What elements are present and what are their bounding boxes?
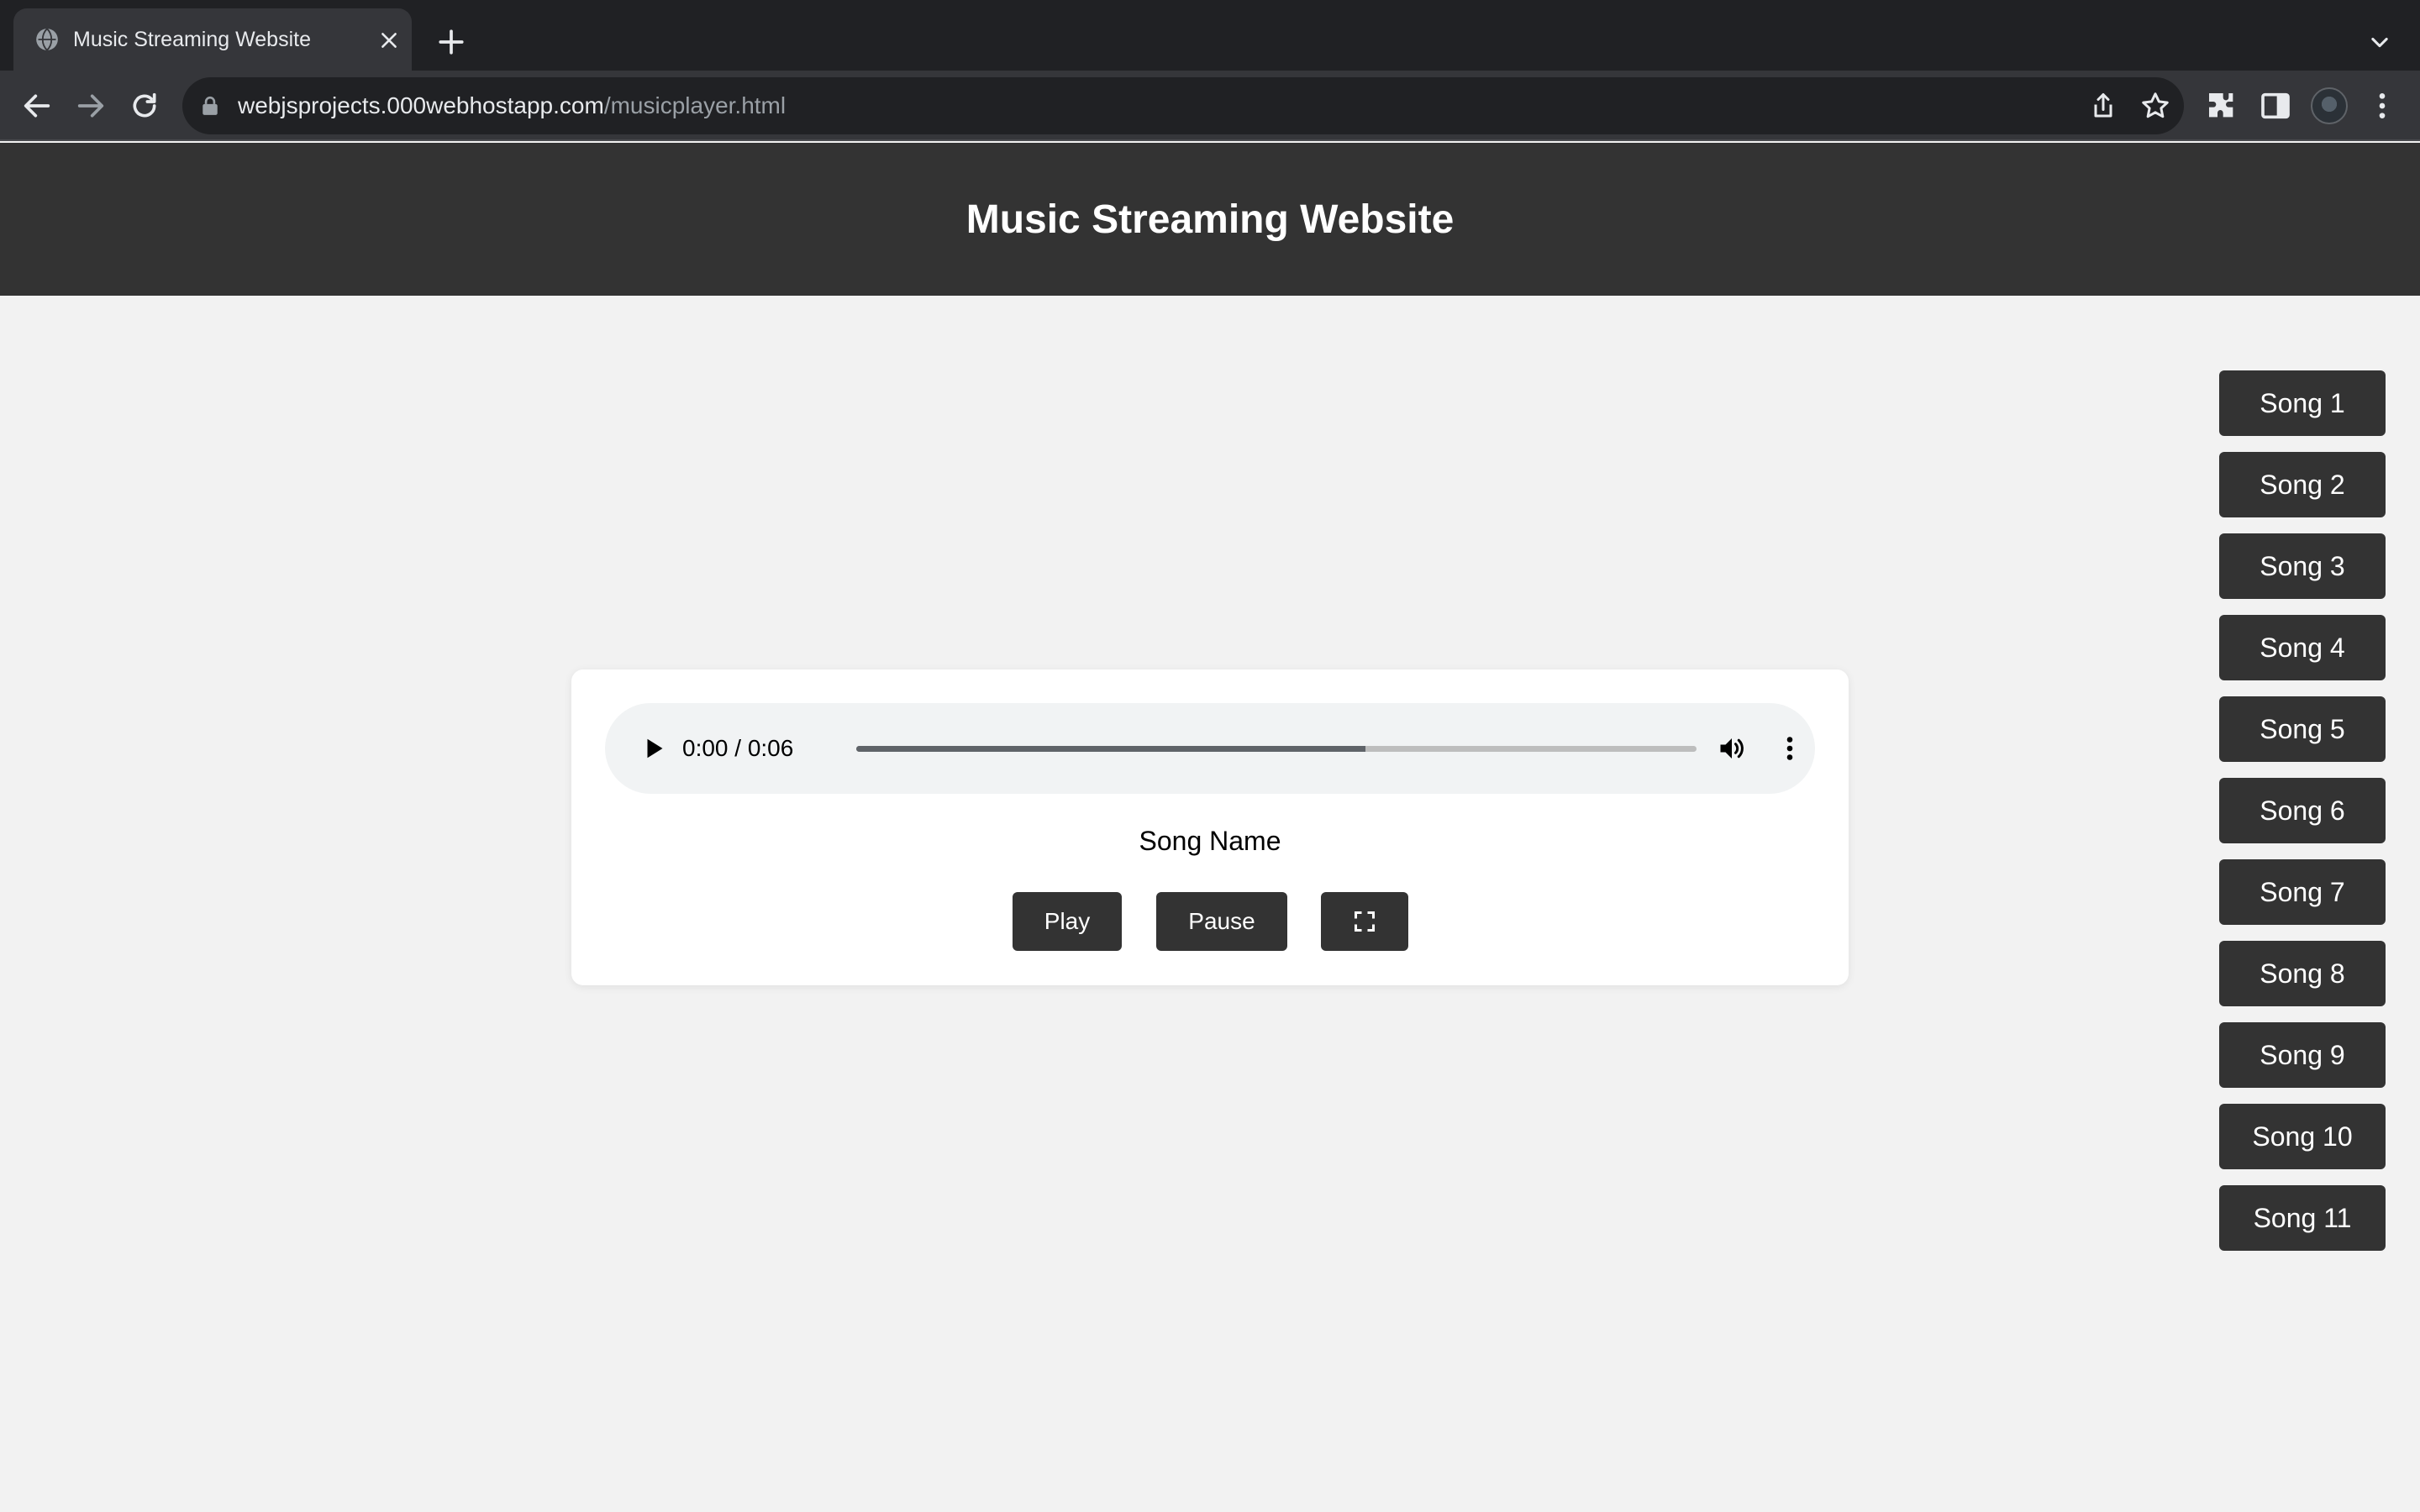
audio-seek-bar[interactable] bbox=[856, 746, 1697, 752]
lock-icon[interactable] bbox=[201, 96, 219, 116]
song-button[interactable]: Song 5 bbox=[2219, 696, 2386, 762]
more-vert-icon[interactable] bbox=[2365, 89, 2399, 123]
share-icon[interactable] bbox=[2088, 91, 2118, 121]
volume-icon[interactable] bbox=[1716, 733, 1748, 764]
extensions-icon[interactable] bbox=[2205, 89, 2238, 123]
song-list: Song 1 Song 2 Song 3 Song 4 Song 5 Song 6 Song… bbox=[2219, 370, 2386, 1267]
audio-player[interactable]: 0:00 / 0:06 bbox=[605, 703, 1815, 794]
globe-icon bbox=[36, 28, 58, 51]
song-button[interactable]: Song 11 bbox=[2219, 1185, 2386, 1251]
fullscreen-button[interactable] bbox=[1321, 892, 1408, 951]
song-button[interactable]: Song 2 bbox=[2219, 452, 2386, 517]
browser-tabstrip: Music Streaming Website bbox=[0, 0, 2420, 71]
url-path: /musicplayer.html bbox=[603, 92, 786, 118]
reload-icon[interactable] bbox=[128, 89, 161, 123]
song-button[interactable]: Song 6 bbox=[2219, 778, 2386, 843]
song-button[interactable]: Song 8 bbox=[2219, 941, 2386, 1006]
url-text[interactable]: webjsprojects.000webhostapp.com/musicpla… bbox=[238, 77, 786, 134]
audio-buffered-fill bbox=[856, 746, 1365, 752]
play-button[interactable]: Play bbox=[1013, 892, 1122, 951]
player-card: 0:00 / 0:06 Song Name Play Pause bbox=[571, 669, 1849, 985]
song-button[interactable]: Song 7 bbox=[2219, 859, 2386, 925]
audio-time: 0:00 / 0:06 bbox=[682, 735, 794, 761]
pause-button[interactable]: Pause bbox=[1156, 892, 1287, 951]
play-icon[interactable] bbox=[639, 733, 669, 764]
browser-toolbar: webjsprojects.000webhostapp.com/musicpla… bbox=[0, 71, 2420, 141]
bookmark-star-icon[interactable] bbox=[2140, 91, 2170, 121]
song-button[interactable]: Song 3 bbox=[2219, 533, 2386, 599]
song-button[interactable]: Song 4 bbox=[2219, 615, 2386, 680]
song-button[interactable]: Song 1 bbox=[2219, 370, 2386, 436]
song-name: Song Name bbox=[1139, 826, 1281, 856]
new-tab-icon[interactable] bbox=[437, 28, 466, 56]
address-bar[interactable]: webjsprojects.000webhostapp.com/musicpla… bbox=[182, 77, 2184, 134]
song-button[interactable]: Song 9 bbox=[2219, 1022, 2386, 1088]
song-button[interactable]: Song 10 bbox=[2219, 1104, 2386, 1169]
side-panel-icon[interactable] bbox=[2259, 89, 2292, 123]
more-options-icon[interactable] bbox=[1775, 733, 1805, 764]
back-icon[interactable] bbox=[20, 89, 54, 123]
tab-title: Music Streaming Website bbox=[73, 28, 311, 51]
profile-avatar[interactable] bbox=[2311, 87, 2348, 124]
chevron-down-icon[interactable] bbox=[2368, 30, 2391, 54]
site-header: Music Streaming Website bbox=[0, 143, 2420, 296]
forward-icon[interactable] bbox=[74, 89, 108, 123]
page-title: Music Streaming Website bbox=[965, 197, 1455, 242]
fullscreen-icon bbox=[1354, 911, 1376, 932]
url-host: webjsprojects.000webhostapp.com bbox=[238, 92, 604, 118]
browser-tab[interactable]: Music Streaming Website bbox=[13, 8, 412, 71]
close-icon[interactable] bbox=[378, 29, 400, 51]
